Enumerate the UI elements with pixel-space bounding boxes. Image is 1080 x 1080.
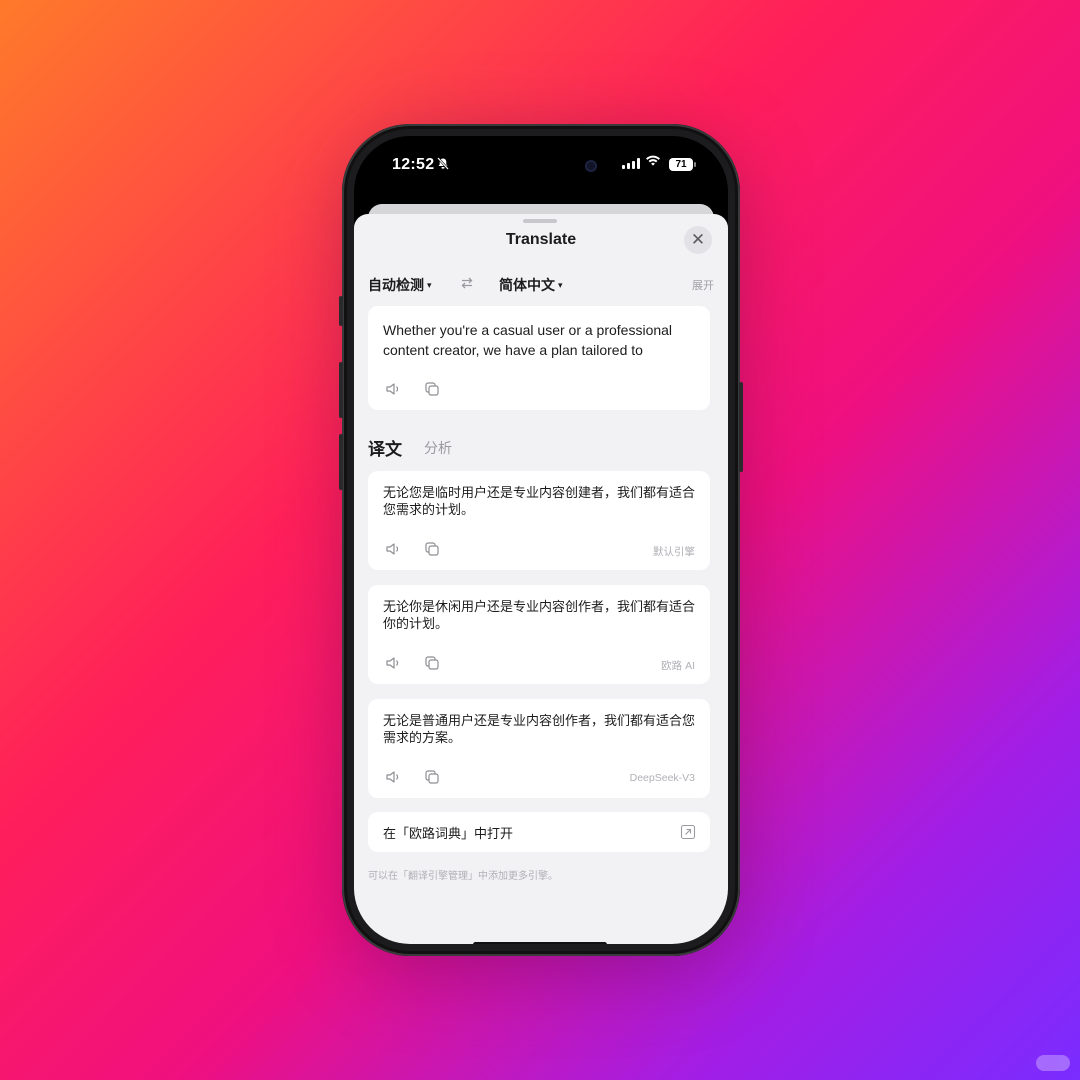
source-input-card[interactable]: Whether you're a casual user or a profes… xyxy=(368,306,710,410)
front-camera xyxy=(585,160,597,172)
translation-text[interactable]: 无论你是休闲用户还是专业内容创作者，我们都有适合你的计划。 xyxy=(383,598,699,632)
copy-icon[interactable] xyxy=(423,654,441,672)
translation-text[interactable]: 无论您是临时用户还是专业内容创建者，我们都有适合您需求的计划。 xyxy=(383,484,699,518)
copy-icon[interactable] xyxy=(423,380,441,398)
home-indicator[interactable] xyxy=(473,942,607,944)
action-button xyxy=(339,296,343,326)
chevron-down-icon: ▾ xyxy=(558,280,563,290)
translation-result-card: 无论是普通用户还是专业内容创作者，我们都有适合您需求的方案。 DeepSeek-… xyxy=(368,699,710,798)
engine-label: 欧路 AI xyxy=(661,660,695,672)
power-button xyxy=(739,382,743,472)
target-language-dropdown[interactable]: 简体中文 ▾ xyxy=(499,275,563,295)
engine-label: 默认引擎 xyxy=(653,546,695,558)
source-language-dropdown[interactable]: 自动检测 ▾ xyxy=(368,275,432,295)
translation-result-card: 无论你是休闲用户还是专业内容创作者，我们都有适合你的计划。 欧路 AI xyxy=(368,585,710,684)
copy-icon[interactable] xyxy=(423,768,441,786)
signal-icon xyxy=(622,158,640,169)
swap-icon xyxy=(461,277,473,289)
watermark xyxy=(1036,1055,1070,1071)
screen: 12:52 71 Translate ✕ 自动检测 ▾ 简体中文 ▾ 展开 Wh… xyxy=(354,136,728,944)
sheet-title: Translate xyxy=(505,231,577,248)
close-icon: ✕ xyxy=(690,230,706,249)
chevron-down-icon: ▾ xyxy=(427,280,432,290)
speaker-icon[interactable] xyxy=(384,654,402,672)
result-tabs: 译文 分析 xyxy=(368,435,714,459)
status-bar: 12:52 71 xyxy=(354,136,728,190)
translate-sheet: Translate ✕ 自动检测 ▾ 简体中文 ▾ 展开 Whether you'r… xyxy=(354,214,728,944)
speaker-icon[interactable] xyxy=(384,540,402,558)
bell-slash-icon xyxy=(437,157,449,173)
copy-icon[interactable] xyxy=(423,540,441,558)
swap-languages-button[interactable] xyxy=(460,276,474,293)
translation-text[interactable]: 无论是普通用户还是专业内容创作者，我们都有适合您需求的方案。 xyxy=(383,712,699,746)
volume-down-button xyxy=(339,434,343,490)
phone-frame: 12:52 71 Translate ✕ 自动检测 ▾ 简体中文 ▾ 展开 Wh… xyxy=(339,124,743,956)
source-text[interactable]: Whether you're a casual user or a profes… xyxy=(383,320,699,362)
speaker-icon[interactable] xyxy=(384,380,402,398)
open-in-dictionary-button[interactable]: 在「欧路词典」中打开 xyxy=(368,812,710,852)
tab-analysis[interactable]: 分析 xyxy=(424,438,452,458)
battery-tip xyxy=(694,162,696,167)
tab-translation[interactable]: 译文 xyxy=(368,435,402,460)
speaker-icon[interactable] xyxy=(384,768,402,786)
expand-button[interactable]: 展开 xyxy=(692,277,714,293)
language-selector-row: 自动检测 ▾ 简体中文 ▾ 展开 xyxy=(368,275,714,295)
battery-icon: 71 xyxy=(669,158,693,171)
close-button[interactable]: ✕ xyxy=(684,226,712,254)
source-language-label: 自动检测 xyxy=(368,277,424,293)
status-time: 12:52 xyxy=(392,156,435,173)
open-in-label: 在「欧路词典」中打开 xyxy=(383,826,514,841)
sheet-grabber[interactable] xyxy=(523,219,557,223)
footer-hint: 可以在「翻译引擎管理」中添加更多引擎。 xyxy=(368,871,558,882)
wifi-icon xyxy=(646,155,660,166)
translation-result-card: 无论您是临时用户还是专业内容创建者，我们都有适合您需求的计划。 默认引擎 xyxy=(368,471,710,570)
engine-label: DeepSeek-V3 xyxy=(629,772,695,784)
volume-up-button xyxy=(339,362,343,418)
target-language-label: 简体中文 xyxy=(499,277,555,293)
external-link-icon xyxy=(680,824,696,840)
